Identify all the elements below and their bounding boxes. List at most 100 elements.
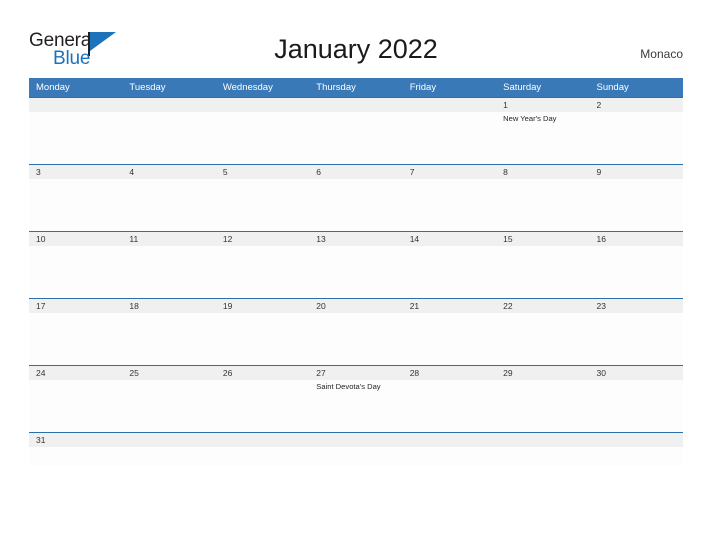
holiday-event-label: New Year's Day bbox=[503, 114, 557, 123]
day-number-empty bbox=[590, 433, 683, 447]
day-number[interactable]: 25 bbox=[122, 366, 215, 380]
day-number[interactable]: 4 bbox=[122, 165, 215, 179]
day-cell[interactable] bbox=[590, 380, 683, 431]
day-cell[interactable] bbox=[590, 246, 683, 297]
calendar-grid: Monday Tuesday Wednesday Thursday Friday… bbox=[29, 78, 683, 466]
day-number[interactable]: 18 bbox=[122, 299, 215, 313]
day-number[interactable]: 29 bbox=[496, 366, 589, 380]
day-number[interactable]: 16 bbox=[590, 232, 683, 246]
day-cell[interactable] bbox=[590, 179, 683, 230]
calendar-week-row: 3456789 bbox=[29, 164, 683, 231]
day-number-band: 3456789 bbox=[29, 165, 683, 179]
day-cell[interactable] bbox=[122, 179, 215, 230]
day-number[interactable]: 23 bbox=[590, 299, 683, 313]
day-number[interactable]: 9 bbox=[590, 165, 683, 179]
day-number[interactable]: 21 bbox=[403, 299, 496, 313]
day-number-empty bbox=[122, 433, 215, 447]
day-cell[interactable] bbox=[122, 380, 215, 431]
day-number[interactable]: 17 bbox=[29, 299, 122, 313]
weekday-header-saturday: Saturday bbox=[503, 82, 542, 93]
day-number-empty bbox=[216, 433, 309, 447]
weekday-header-tuesday: Tuesday bbox=[129, 82, 166, 93]
day-number-empty bbox=[496, 433, 589, 447]
day-cell[interactable] bbox=[403, 246, 496, 297]
day-number[interactable]: 10 bbox=[29, 232, 122, 246]
day-cell[interactable] bbox=[216, 112, 309, 163]
calendar-week-row: 31 bbox=[29, 432, 683, 466]
holiday-event-label: Saint Devota's Day bbox=[316, 382, 381, 391]
day-number[interactable]: 26 bbox=[216, 366, 309, 380]
page-title: January 2022 bbox=[274, 34, 438, 64]
calendar-week-row: 10 11 12 13 14 15 16 bbox=[29, 231, 683, 298]
day-cell[interactable] bbox=[309, 246, 402, 297]
day-cell[interactable] bbox=[216, 313, 309, 364]
day-cell[interactable] bbox=[590, 112, 683, 163]
day-number[interactable]: 27 bbox=[309, 366, 402, 380]
day-number[interactable]: 5 bbox=[216, 165, 309, 179]
day-number-empty bbox=[309, 98, 402, 112]
event-band bbox=[29, 179, 683, 230]
day-number-empty bbox=[122, 98, 215, 112]
day-number[interactable]: 1 bbox=[496, 98, 589, 112]
day-number[interactable]: 13 bbox=[309, 232, 402, 246]
day-cell[interactable] bbox=[216, 380, 309, 431]
day-cell[interactable] bbox=[29, 246, 122, 297]
day-cell[interactable] bbox=[496, 179, 589, 230]
day-number[interactable]: 22 bbox=[496, 299, 589, 313]
day-cell[interactable] bbox=[590, 313, 683, 364]
day-number[interactable]: 2 bbox=[590, 98, 683, 112]
day-number[interactable]: 14 bbox=[403, 232, 496, 246]
calendar-week-row: 17 18 19 20 21 22 23 bbox=[29, 298, 683, 365]
weekday-header-wednesday: Wednesday bbox=[222, 82, 273, 93]
day-cell[interactable] bbox=[122, 313, 215, 364]
day-cell[interactable] bbox=[496, 246, 589, 297]
day-cell[interactable]: New Year's Day bbox=[496, 112, 589, 163]
day-number-empty bbox=[309, 433, 402, 447]
day-cell[interactable] bbox=[309, 313, 402, 364]
day-cell[interactable] bbox=[216, 246, 309, 297]
day-cell[interactable] bbox=[29, 179, 122, 230]
day-cell[interactable] bbox=[403, 179, 496, 230]
day-number[interactable]: 24 bbox=[29, 366, 122, 380]
day-number[interactable]: 12 bbox=[216, 232, 309, 246]
page-header: General Blue January 2022 Monaco bbox=[0, 0, 712, 76]
day-cell[interactable] bbox=[216, 179, 309, 230]
day-cell[interactable] bbox=[122, 246, 215, 297]
day-number[interactable]: 8 bbox=[496, 165, 589, 179]
day-number-band: 31 bbox=[29, 433, 683, 447]
day-number[interactable]: 28 bbox=[403, 366, 496, 380]
day-number[interactable]: 30 bbox=[590, 366, 683, 380]
day-number[interactable]: 19 bbox=[216, 299, 309, 313]
day-cell[interactable] bbox=[29, 313, 122, 364]
weekday-header-thursday: Thursday bbox=[316, 82, 356, 93]
day-cell[interactable] bbox=[309, 179, 402, 230]
day-cell[interactable] bbox=[309, 112, 402, 163]
day-cell[interactable] bbox=[29, 112, 122, 163]
day-number[interactable]: 7 bbox=[403, 165, 496, 179]
day-number-empty bbox=[403, 433, 496, 447]
event-band bbox=[29, 246, 683, 297]
day-cell[interactable] bbox=[496, 380, 589, 431]
day-number[interactable]: 6 bbox=[309, 165, 402, 179]
calendar-page: General Blue January 2022 Monaco Monday … bbox=[0, 0, 712, 550]
calendar-week-row: 24 25 26 27 28 29 30 Saint Devota's Day bbox=[29, 365, 683, 432]
day-number[interactable]: 3 bbox=[29, 165, 122, 179]
day-number-band: 12 bbox=[29, 98, 683, 112]
calendar-weeks: 1 2 New Year's Day 3 4 5 6 7 8 9 10 11 12 13 14 15 16 17 1… bbox=[29, 97, 683, 466]
day-number-band: 24 25 26 27 28 29 30 bbox=[29, 366, 683, 380]
day-cell[interactable] bbox=[29, 380, 122, 431]
day-number[interactable]: 11 bbox=[122, 232, 215, 246]
day-cell[interactable] bbox=[403, 313, 496, 364]
event-band: Saint Devota's Day bbox=[29, 380, 683, 431]
day-number-empty bbox=[29, 98, 122, 112]
day-number-band: 10 11 12 13 14 15 16 bbox=[29, 232, 683, 246]
weekday-header-row: Monday Tuesday Wednesday Thursday Friday… bbox=[29, 78, 683, 97]
day-cell[interactable] bbox=[403, 380, 496, 431]
day-cell[interactable]: Saint Devota's Day bbox=[309, 380, 402, 431]
day-cell[interactable] bbox=[403, 112, 496, 163]
day-number[interactable]: 15 bbox=[496, 232, 589, 246]
day-number[interactable]: 31 bbox=[29, 433, 122, 447]
day-cell[interactable] bbox=[122, 112, 215, 163]
day-number[interactable]: 20 bbox=[309, 299, 402, 313]
day-cell[interactable] bbox=[496, 313, 589, 364]
